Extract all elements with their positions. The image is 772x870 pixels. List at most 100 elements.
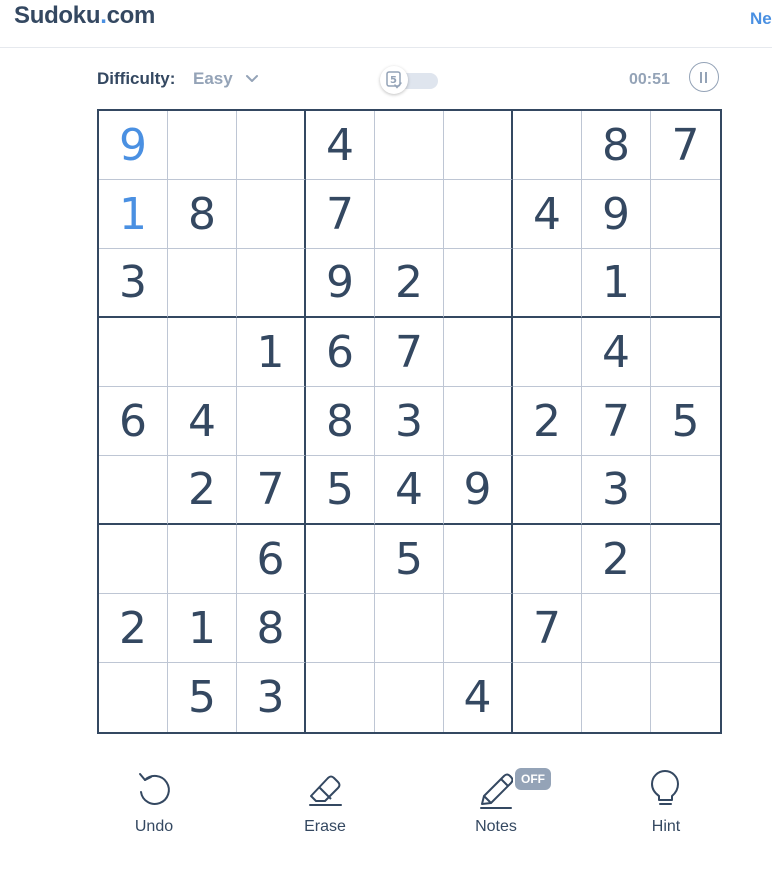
sudoku-cell[interactable]: 5: [651, 387, 720, 456]
chevron-down-icon[interactable]: [245, 74, 259, 84]
sudoku-cell[interactable]: [513, 663, 582, 732]
sudoku-cell[interactable]: 4: [582, 318, 651, 387]
sudoku-cell[interactable]: 1: [582, 249, 651, 318]
sudoku-cell[interactable]: [651, 456, 720, 525]
sudoku-cell[interactable]: 9: [99, 111, 168, 180]
sudoku-cell[interactable]: 2: [99, 594, 168, 663]
sudoku-cell[interactable]: [651, 663, 720, 732]
sudoku-cell[interactable]: [444, 525, 513, 594]
sudoku-cell[interactable]: 1: [99, 180, 168, 249]
sudoku-cell[interactable]: [444, 594, 513, 663]
sudoku-cell[interactable]: [375, 111, 444, 180]
sudoku-cell[interactable]: 3: [375, 387, 444, 456]
sudoku-cell[interactable]: [375, 180, 444, 249]
sudoku-cell[interactable]: [99, 456, 168, 525]
sudoku-cell[interactable]: [99, 318, 168, 387]
sudoku-cell[interactable]: 8: [582, 111, 651, 180]
pause-button[interactable]: [689, 62, 719, 92]
sudoku-cell[interactable]: 2: [375, 249, 444, 318]
undo-button[interactable]: Undo: [104, 768, 204, 842]
sudoku-cell[interactable]: 6: [99, 387, 168, 456]
sudoku-cell[interactable]: 4: [513, 180, 582, 249]
difficulty-select[interactable]: Easy: [193, 69, 233, 89]
sudoku-cell[interactable]: [444, 180, 513, 249]
new-game-link[interactable]: Ne: [750, 9, 772, 29]
sudoku-cell[interactable]: [306, 594, 375, 663]
sudoku-cell[interactable]: [99, 663, 168, 732]
sudoku-cell[interactable]: [375, 663, 444, 732]
sudoku-cell[interactable]: [651, 594, 720, 663]
sudoku-cell[interactable]: 1: [237, 318, 306, 387]
sudoku-cell[interactable]: [444, 318, 513, 387]
sudoku-cell[interactable]: [651, 180, 720, 249]
sudoku-cell[interactable]: 4: [375, 456, 444, 525]
sudoku-cell[interactable]: 7: [375, 318, 444, 387]
sudoku-cell[interactable]: 6: [237, 525, 306, 594]
sudoku-cell[interactable]: 9: [582, 180, 651, 249]
sudoku-cell[interactable]: 3: [582, 456, 651, 525]
sudoku-cell[interactable]: [513, 456, 582, 525]
logo-tld-text: com: [106, 2, 156, 29]
sudoku-cell[interactable]: 3: [99, 249, 168, 318]
sudoku-cell[interactable]: [444, 249, 513, 318]
sudoku-cell[interactable]: 7: [306, 180, 375, 249]
site-logo[interactable]: Sudoku.com: [14, 2, 155, 30]
sudoku-cell[interactable]: 8: [306, 387, 375, 456]
sudoku-cell[interactable]: 8: [237, 594, 306, 663]
erase-label: Erase: [304, 818, 346, 835]
mistake-limit-number: 5: [390, 75, 397, 86]
sudoku-cell[interactable]: [513, 318, 582, 387]
sudoku-cell[interactable]: 4: [306, 111, 375, 180]
sudoku-cell[interactable]: [651, 318, 720, 387]
undo-icon: [139, 773, 170, 805]
sudoku-cell[interactable]: [168, 249, 237, 318]
sudoku-cell[interactable]: [582, 663, 651, 732]
sudoku-cell[interactable]: [582, 594, 651, 663]
sudoku-cell[interactable]: 3: [237, 663, 306, 732]
sudoku-cell[interactable]: [168, 525, 237, 594]
sudoku-cell[interactable]: [375, 594, 444, 663]
sudoku-cell[interactable]: 7: [237, 456, 306, 525]
sudoku-cell[interactable]: 2: [513, 387, 582, 456]
sudoku-cell[interactable]: 7: [513, 594, 582, 663]
sudoku-cell[interactable]: [444, 111, 513, 180]
sudoku-cell[interactable]: 1: [168, 594, 237, 663]
sudoku-cell[interactable]: 2: [582, 525, 651, 594]
sudoku-cell[interactable]: [651, 525, 720, 594]
game-timer: 00:51: [629, 71, 670, 88]
difficulty-label: Difficulty:: [97, 69, 176, 88]
sudoku-cell[interactable]: [237, 111, 306, 180]
sudoku-cell[interactable]: [99, 525, 168, 594]
sudoku-cell[interactable]: [237, 387, 306, 456]
mistake-limit-toggle[interactable]: 5: [380, 66, 440, 94]
sudoku-cell[interactable]: [306, 525, 375, 594]
sudoku-cell[interactable]: 9: [444, 456, 513, 525]
sudoku-cell[interactable]: 8: [168, 180, 237, 249]
sudoku-cell[interactable]: 5: [168, 663, 237, 732]
sudoku-cell[interactable]: 6: [306, 318, 375, 387]
sudoku-board: 9487187493921167464832752754936522187534: [97, 109, 722, 734]
sudoku-cell[interactable]: [237, 180, 306, 249]
sudoku-cell[interactable]: [237, 249, 306, 318]
sudoku-cell[interactable]: 5: [375, 525, 444, 594]
mistake-limit-icon: 5: [386, 71, 402, 89]
sudoku-cell[interactable]: [306, 663, 375, 732]
sudoku-cell[interactable]: 7: [651, 111, 720, 180]
sudoku-cell[interactable]: 7: [582, 387, 651, 456]
sudoku-cell[interactable]: [444, 387, 513, 456]
erase-button[interactable]: Erase: [275, 768, 375, 842]
sudoku-cell[interactable]: 4: [168, 387, 237, 456]
sudoku-cell[interactable]: [513, 249, 582, 318]
sudoku-cell[interactable]: [168, 111, 237, 180]
top-bar: Sudoku.com Ne: [0, 0, 772, 48]
sudoku-cell[interactable]: 5: [306, 456, 375, 525]
sudoku-cell[interactable]: [513, 111, 582, 180]
sudoku-cell[interactable]: [168, 318, 237, 387]
sudoku-cell[interactable]: 9: [306, 249, 375, 318]
lightbulb-icon: [651, 770, 679, 805]
sudoku-cell[interactable]: 4: [444, 663, 513, 732]
sudoku-cell[interactable]: 2: [168, 456, 237, 525]
hint-button[interactable]: Hint: [616, 768, 716, 842]
sudoku-cell[interactable]: [651, 249, 720, 318]
sudoku-cell[interactable]: [513, 525, 582, 594]
